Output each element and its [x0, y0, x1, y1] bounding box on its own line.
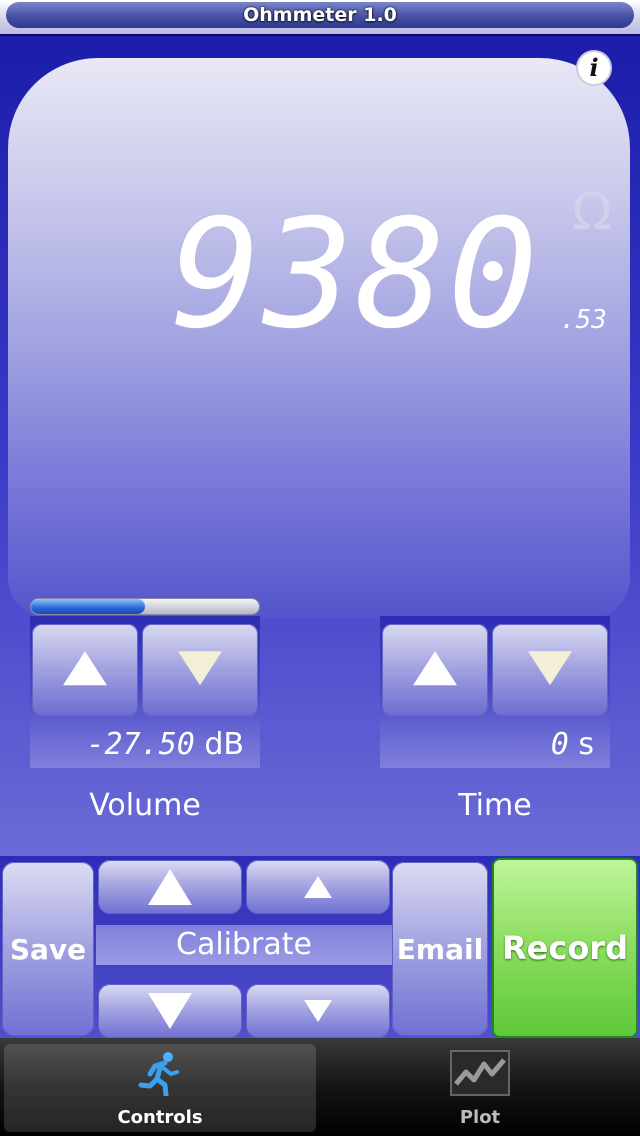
volume-readout: -27.50 dB: [86, 727, 244, 762]
volume-up-button[interactable]: [32, 624, 138, 716]
volume-level-fill: [31, 599, 145, 614]
volume-value: -27.50: [86, 727, 195, 762]
down-arrow-icon: [178, 651, 222, 686]
calibrate-down-small-button[interactable]: [246, 984, 390, 1038]
time-down-button[interactable]: [492, 624, 608, 716]
plot-graph-icon: [450, 1050, 510, 1100]
tab-plot[interactable]: Plot: [324, 1044, 636, 1132]
volume-control: -27.50 dB: [30, 616, 260, 768]
tab-bar: Controls Plot: [0, 1038, 640, 1136]
time-value: 0: [550, 727, 569, 762]
calibrate-label: Calibrate: [96, 925, 392, 965]
up-arrow-icon: [148, 869, 192, 905]
tab-label: Plot: [459, 1107, 501, 1128]
info-button[interactable]: i: [576, 50, 612, 86]
time-readout: 0 s: [551, 727, 594, 762]
up-arrow-icon: [413, 651, 457, 686]
time-up-button[interactable]: [382, 624, 488, 716]
up-arrow-icon: [63, 651, 107, 686]
tab-controls[interactable]: Controls: [4, 1044, 316, 1132]
resistance-fraction: .53: [560, 305, 607, 335]
time-control: 0 s: [380, 616, 610, 768]
volume-level-bar[interactable]: [30, 598, 260, 615]
record-button[interactable]: Record: [492, 858, 638, 1038]
title-bar: Ohmmeter 1.0: [0, 0, 640, 36]
calibrate-up-large-button[interactable]: [98, 860, 242, 914]
calibrate-up-small-button[interactable]: [246, 860, 390, 914]
email-button[interactable]: Email: [392, 862, 488, 1036]
ohm-unit-symbol: Ω: [572, 182, 612, 242]
time-caption: Time: [458, 788, 532, 823]
time-unit: s: [578, 727, 594, 762]
tab-label: Controls: [117, 1107, 203, 1128]
volume-caption: Volume: [89, 788, 201, 823]
down-arrow-icon: [528, 651, 572, 686]
save-button[interactable]: Save: [2, 862, 94, 1036]
calibrate-down-large-button[interactable]: [98, 984, 242, 1038]
volume-down-button[interactable]: [142, 624, 258, 716]
app-title: Ohmmeter 1.0: [243, 4, 397, 26]
resistance-reading: 9380: [170, 188, 540, 362]
running-man-icon: [137, 1050, 183, 1100]
down-arrow-icon: [304, 1000, 332, 1022]
up-arrow-icon: [304, 876, 332, 898]
volume-unit: dB: [204, 727, 244, 762]
down-arrow-icon: [148, 993, 192, 1029]
